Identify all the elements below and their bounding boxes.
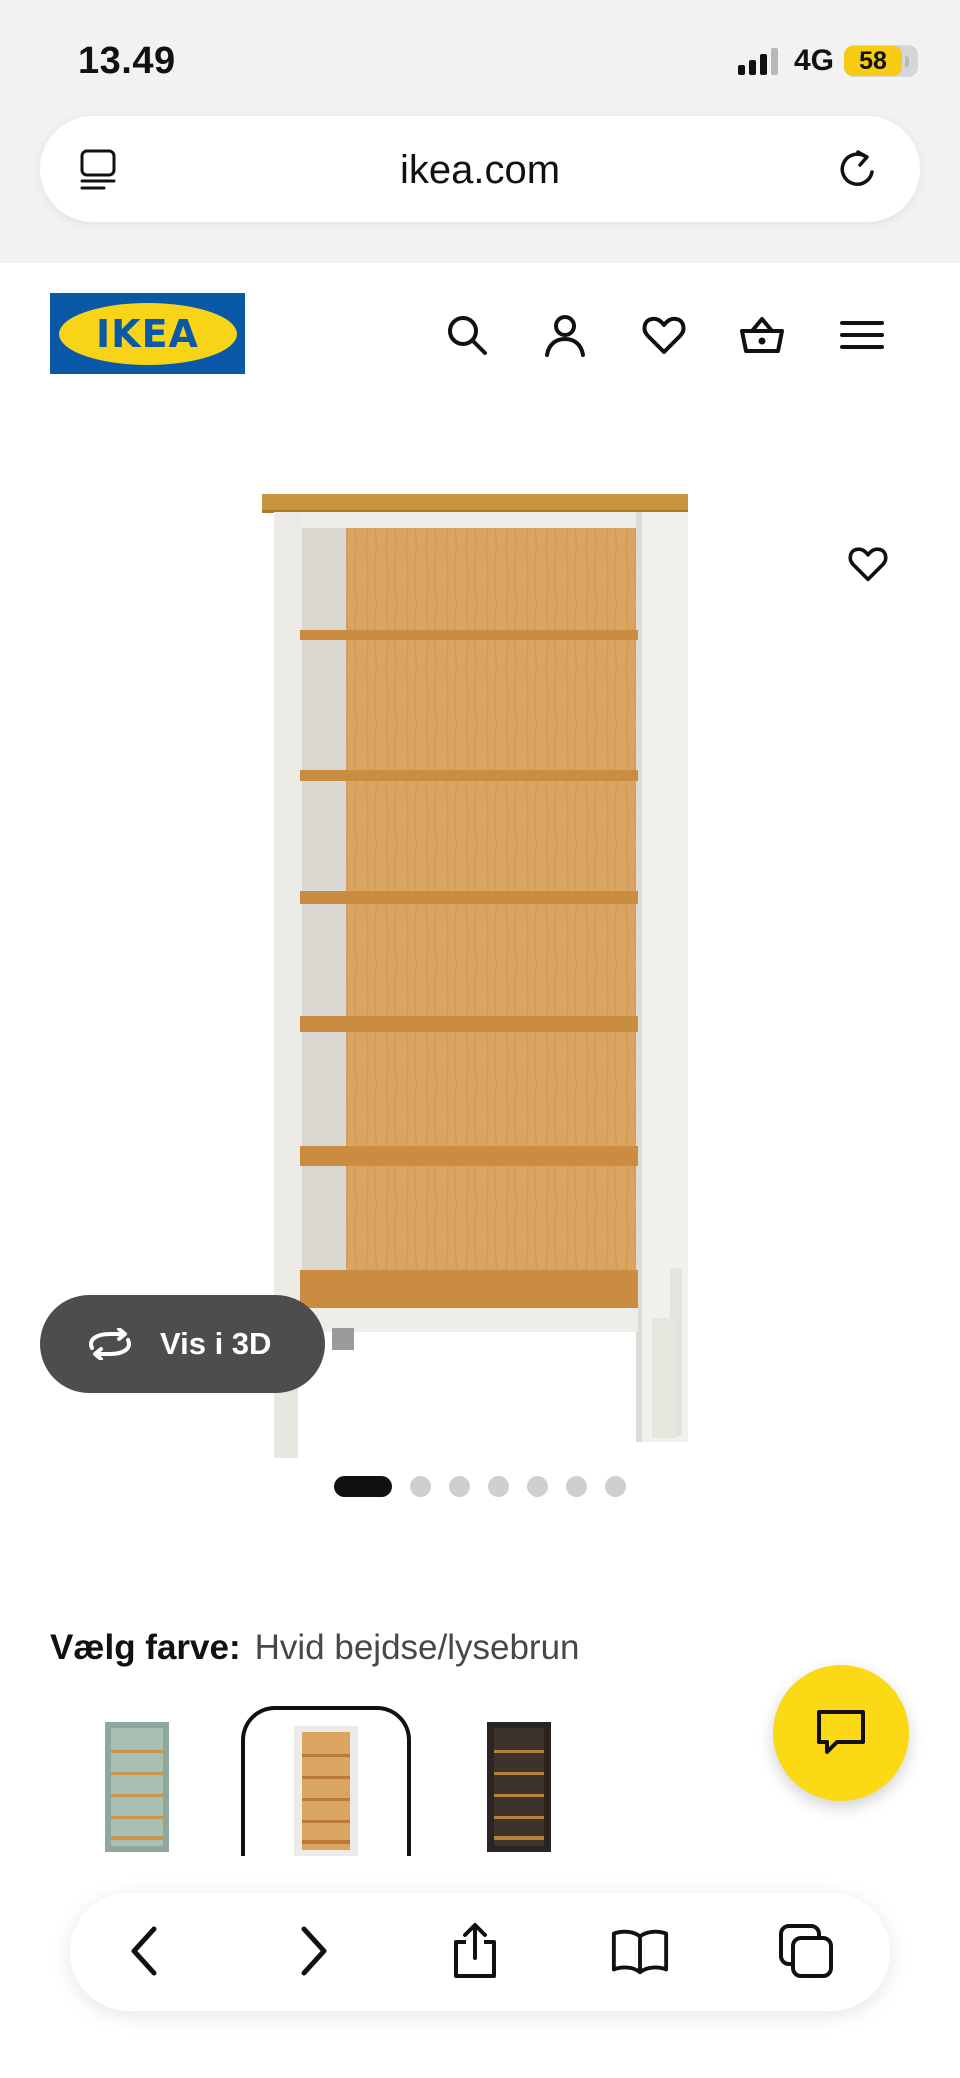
browser-toolbar	[70, 1893, 890, 2011]
heart-icon[interactable]	[640, 311, 688, 359]
pagination-dot[interactable]	[605, 1475, 626, 1497]
search-icon[interactable]	[443, 311, 491, 359]
user-icon[interactable]	[541, 311, 589, 359]
share-icon	[454, 1923, 496, 1978]
reload-icon[interactable]	[836, 146, 880, 192]
menu-icon[interactable]	[838, 311, 886, 359]
rotate-3d-icon	[89, 1328, 131, 1360]
chevron-left-icon	[131, 1926, 157, 1976]
browser-chrome: 13.49 4G 58 ikea.com	[0, 0, 960, 263]
ikea-logo[interactable]: IKEA	[50, 293, 245, 374]
pagination-dot[interactable]	[488, 1475, 509, 1497]
pagination-dot[interactable]	[410, 1475, 431, 1497]
logo-text: IKEA	[96, 311, 199, 356]
status-time: 13.49	[78, 40, 176, 82]
battery-level: 58	[844, 46, 909, 76]
shopping-basket-icon[interactable]	[738, 311, 786, 359]
product-image-gallery[interactable]: Vis i 3D	[0, 403, 960, 1497]
bookcase-thumbnail	[105, 1722, 169, 1852]
tabs-button[interactable]	[776, 1921, 836, 1981]
heart-icon	[848, 547, 888, 582]
selected-color: Hvid bejdse/lysebrun	[254, 1628, 580, 1667]
bookcase-thumbnail	[487, 1722, 551, 1852]
color-chooser-heading: Vælg farve: Hvid bejdse/lysebrun	[50, 1628, 580, 1668]
bookmarks-button[interactable]	[610, 1921, 670, 1981]
bookcase-thumbnail	[294, 1726, 358, 1856]
battery-icon: 58	[844, 45, 918, 77]
color-label: Vælg farve:	[50, 1628, 241, 1667]
color-swatch-green[interactable]	[52, 1706, 222, 1856]
view-in-3d-label: Vis i 3D	[160, 1326, 272, 1361]
site-header: IKEA	[0, 263, 960, 403]
view-in-3d-button[interactable]: Vis i 3D	[40, 1295, 325, 1393]
back-button[interactable]	[114, 1921, 174, 1981]
chat-button[interactable]	[773, 1665, 909, 1801]
bookcase-image	[262, 494, 688, 1458]
color-swatch-white-lightbrown-selected[interactable]	[241, 1706, 411, 1856]
add-to-favourites-button[interactable]	[838, 533, 898, 593]
pagination-dot[interactable]	[566, 1475, 587, 1497]
forward-button[interactable]	[284, 1921, 344, 1981]
color-swatch-black-brown[interactable]	[434, 1706, 604, 1856]
book-icon	[611, 1929, 669, 1975]
status-indicators: 4G 58	[737, 44, 918, 78]
network-type: 4G	[793, 44, 834, 77]
image-pagination	[0, 1471, 960, 1501]
pagination-dot[interactable]	[449, 1475, 470, 1497]
pagination-dot[interactable]	[527, 1475, 548, 1497]
pagination-dot-active[interactable]	[334, 1475, 392, 1497]
chevron-right-icon	[301, 1926, 327, 1976]
url-text[interactable]: ikea.com	[40, 148, 920, 193]
tabs-icon	[779, 1924, 833, 1978]
share-button[interactable]	[445, 1921, 505, 1981]
cellular-signal-icon	[737, 47, 778, 75]
logo-oval: IKEA	[58, 302, 237, 365]
address-bar[interactable]: ikea.com	[40, 116, 920, 222]
chat-bubble-icon	[817, 1710, 865, 1754]
